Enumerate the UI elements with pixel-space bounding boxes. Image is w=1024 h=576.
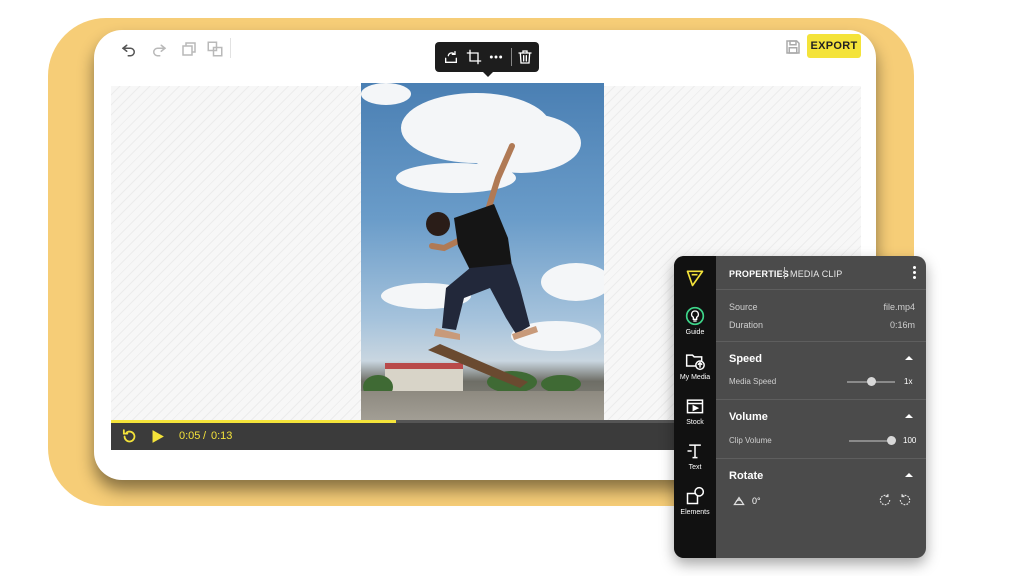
sidebar-item-stock[interactable]: Stock [674,396,716,426]
sidebar-item-label: Elements [680,509,710,516]
shapes-icon [685,486,705,506]
properties-panel: Guide My Media Stock Text Elements PROPE… [674,256,926,558]
toolbar-divider [511,48,512,66]
section-divider [716,399,926,400]
stock-video-icon [685,396,705,416]
properties-header: PROPERTIES MEDIA CLIP [716,256,926,290]
speed-section-title[interactable]: Speed [729,353,762,365]
more-icon[interactable] [488,49,504,65]
rotate-right-icon[interactable] [898,493,912,507]
media-speed-slider-thumb[interactable] [866,377,876,386]
properties-title: PROPERTIES [729,269,790,279]
folder-upload-icon [685,351,705,371]
source-label: Source [729,302,758,312]
clip-volume-slider-thumb[interactable] [886,436,896,445]
trash-icon[interactable] [517,49,533,65]
sidebar-item-my-media[interactable]: My Media [674,351,716,381]
replay-icon[interactable] [121,428,138,445]
export-button[interactable]: EXPORT [807,34,861,58]
ground [361,391,604,422]
header-separator [784,267,785,279]
rotate-value: 0° [752,496,761,506]
sidebar-item-guide[interactable]: Guide [674,306,716,336]
redo-icon[interactable] [150,40,168,58]
chevron-up-icon[interactable] [904,353,914,363]
current-time: 0:05 [179,430,201,442]
chevron-up-icon[interactable] [904,411,914,421]
section-divider [716,341,926,342]
media-speed-label: Media Speed [729,377,777,386]
sidebar-item-text[interactable]: Text [674,441,716,471]
group-icon[interactable] [206,40,224,58]
crop-icon[interactable] [466,49,482,65]
sidebar-rail: Guide My Media Stock Text Elements [674,256,716,558]
volume-section-title[interactable]: Volume [729,411,768,423]
replace-icon[interactable] [443,49,459,65]
time-separator: / [203,430,207,442]
topbar-divider [230,38,231,58]
clip-toolbar [435,42,539,77]
rotate-angle-icon[interactable] [732,494,746,508]
clip-volume-label: Clip Volume [729,436,772,445]
kebab-menu-icon[interactable] [910,266,918,280]
chevron-up-icon[interactable] [904,470,914,480]
duplicate-icon[interactable] [180,40,198,58]
sidebar-item-label: Guide [685,329,705,336]
rotate-left-icon[interactable] [878,493,892,507]
clip-volume-value: 100 [903,436,917,445]
rotate-section-title[interactable]: Rotate [729,470,763,482]
total-time: 0:13 [211,430,233,442]
source-row: Source file.mp4 [729,302,915,312]
duration-value: 0:16m [889,320,915,330]
sidebar-item-label: My Media [679,374,711,381]
undo-icon[interactable] [120,40,138,58]
duration-label: Duration [729,320,764,330]
logo-icon[interactable] [685,268,705,288]
sidebar-item-label: Text [688,464,702,471]
media-clip-preview[interactable] [361,83,604,422]
clip-volume-slider[interactable] [849,440,891,442]
properties-subtitle: MEDIA CLIP [790,269,843,279]
skater-figure [426,143,538,388]
sidebar-item-elements[interactable]: Elements [674,486,716,516]
section-divider [716,458,926,459]
source-value: file.mp4 [883,302,915,312]
play-icon[interactable] [149,428,166,445]
save-icon[interactable] [784,38,802,56]
screen: EXPORT 0:05 / 0:13 Guide My Media Stock … [0,0,1024,576]
text-icon [685,441,705,461]
duration-row: Duration 0:16m [729,320,915,330]
sidebar-item-label: Stock [686,419,704,426]
cloud [361,83,411,105]
bulb-icon [685,306,705,326]
media-speed-value: 1x [904,377,913,386]
